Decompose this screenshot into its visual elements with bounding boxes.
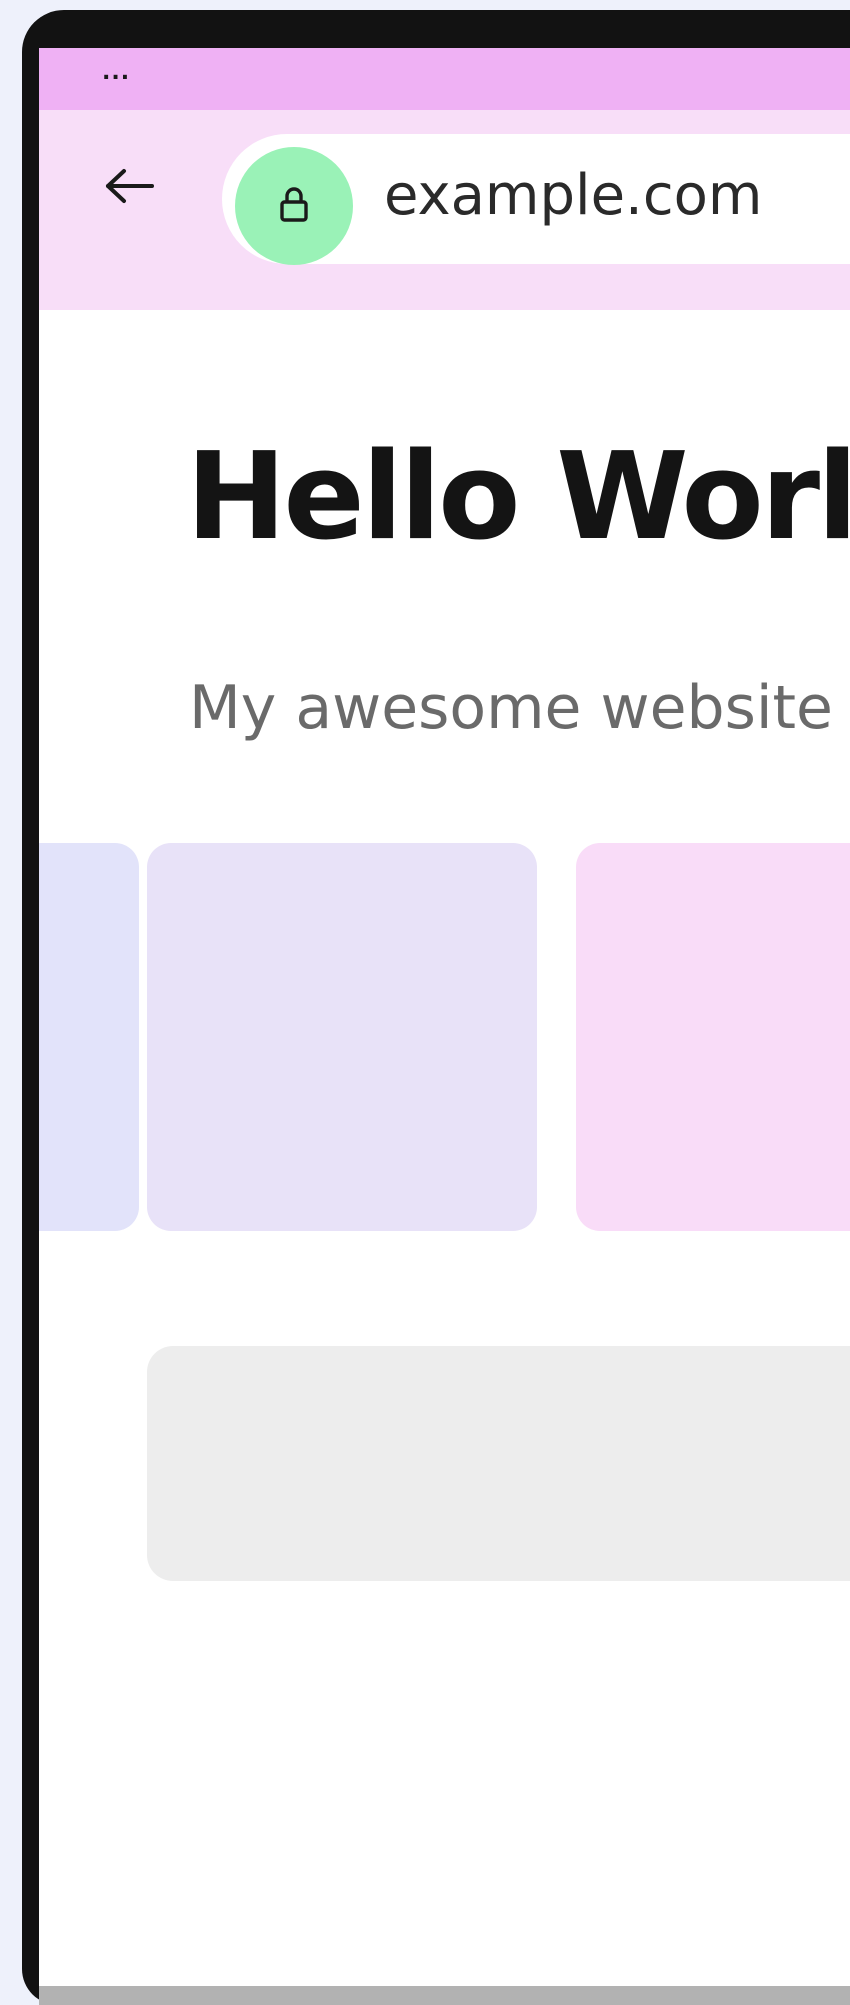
secure-connection-badge[interactable]: [235, 147, 353, 265]
browser-screen: ... example.com Hello World My awesome w…: [39, 48, 850, 2005]
status-bar: ...: [39, 48, 850, 110]
url-text[interactable]: example.com: [384, 168, 762, 224]
carousel-card[interactable]: [576, 843, 850, 1231]
page-subtitle: My awesome website: [189, 673, 833, 743]
bottom-bar: [39, 1986, 850, 2005]
carousel-card[interactable]: [147, 843, 537, 1231]
carousel-card[interactable]: [39, 843, 139, 1231]
lock-icon: [280, 187, 308, 222]
content-banner: [147, 1346, 850, 1581]
page-title: Hello World: [186, 428, 850, 567]
arrow-left-icon[interactable]: [104, 166, 156, 206]
menu-dots-icon[interactable]: ...: [102, 62, 130, 84]
